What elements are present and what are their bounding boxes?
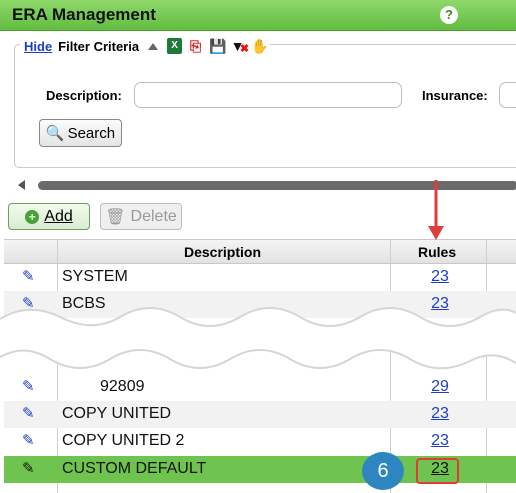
insurance-input[interactable] xyxy=(499,82,516,108)
pdf-icon[interactable]: ⎘ xyxy=(188,38,203,54)
window-titlebar: ERA Management ? xyxy=(0,0,516,31)
scroll-left-arrow-icon[interactable] xyxy=(18,180,25,190)
window-title: ERA Management xyxy=(12,5,156,24)
column-header-description[interactable]: Description xyxy=(184,244,261,260)
help-icon[interactable]: ? xyxy=(440,6,458,24)
edit-icon[interactable]: ✎ xyxy=(22,461,38,477)
description-label: Description: xyxy=(46,88,122,103)
arrow-down-icon xyxy=(428,180,444,240)
row-description: COPY UNITED 2 xyxy=(62,432,185,449)
hand-icon[interactable]: ✋ xyxy=(251,38,268,54)
collapse-icon[interactable] xyxy=(148,42,159,50)
hide-filter-link[interactable]: Hide xyxy=(24,39,52,54)
insurance-label: Insurance: xyxy=(422,88,488,103)
row-description: 92809 xyxy=(100,378,145,395)
edit-icon[interactable]: ✎ xyxy=(22,269,38,285)
row-description: COPY UNITED xyxy=(62,405,172,422)
save-icon[interactable]: 💾 xyxy=(209,38,226,54)
filter-header: Hide Filter Criteria X ⎘ 💾 ▼ ✖ ✋ xyxy=(20,36,271,56)
add-button[interactable]: + Add xyxy=(8,203,90,230)
search-icon: 🔍 xyxy=(45,125,65,142)
clear-filter-icon[interactable]: ▼ ✖ xyxy=(230,38,249,55)
row-rules-link[interactable]: 23 xyxy=(392,405,488,423)
row-rules-link[interactable]: 23 xyxy=(392,432,488,450)
delete-button: 🗑 Delete xyxy=(100,203,182,230)
edit-icon[interactable]: ✎ xyxy=(22,379,38,395)
edit-icon[interactable]: ✎ xyxy=(22,406,38,422)
filter-title: Filter Criteria xyxy=(58,38,140,54)
highlight-box xyxy=(416,458,459,484)
row-description: SYSTEM xyxy=(62,268,128,285)
search-button-label: Search xyxy=(67,124,116,142)
plus-icon: + xyxy=(25,209,40,224)
add-button-label: Add xyxy=(44,207,73,225)
row-rules-link[interactable]: 29 xyxy=(392,378,488,396)
grid-header: Description Rules xyxy=(4,239,516,264)
trash-icon: 🗑 xyxy=(105,208,126,226)
column-header-rules[interactable]: Rules xyxy=(418,244,456,260)
table-row[interactable]: ✎ 92809 29 xyxy=(4,374,516,401)
excel-icon[interactable]: X xyxy=(167,38,183,54)
row-description: CUSTOM DEFAULT xyxy=(62,460,207,477)
torn-edge-divider xyxy=(0,307,516,370)
edit-icon[interactable]: ✎ xyxy=(22,433,38,449)
row-rules-link[interactable]: 23 xyxy=(392,268,488,286)
table-row[interactable]: ✎ COPY UNITED 23 xyxy=(4,401,516,428)
table-row[interactable]: ✎ SYSTEM 23 xyxy=(4,264,516,291)
delete-button-label: Delete xyxy=(130,207,177,225)
step-callout: 6 xyxy=(362,452,404,490)
description-input[interactable] xyxy=(134,82,402,108)
table-row[interactable]: ✎ COPY UNITED 2 23 xyxy=(4,428,516,455)
search-button[interactable]: 🔍 Search xyxy=(39,119,122,147)
